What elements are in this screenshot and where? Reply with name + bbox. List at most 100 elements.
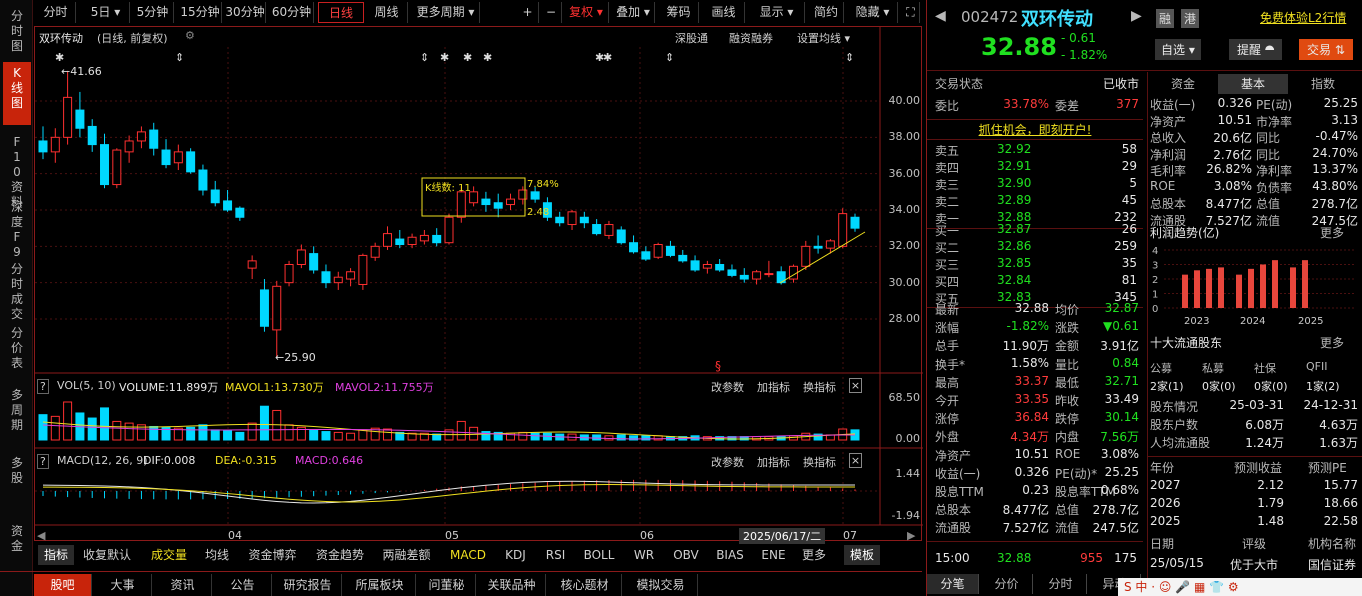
nav-tab-0[interactable]: 股吧 [34,574,92,596]
indicator-tab-9[interactable]: RSI [542,545,569,565]
left-tab-7[interactable]: 多股 [3,452,31,508]
macd-help-icon[interactable]: ? [37,454,49,469]
back-arrow-icon[interactable]: ◀ [935,8,946,24]
left-tab-2[interactable]: F10资料 [3,131,31,209]
candle-body [481,198,491,206]
left-tab-3[interactable]: 深度F9 [3,196,31,259]
nav-tab-5[interactable]: 所属板块 [344,574,416,596]
trade-tab-0[interactable]: 分笔 [927,574,979,594]
left-tab-0[interactable]: 分时图 [3,5,31,55]
price-tick: 28.00 [888,312,921,325]
toolbar-right-5[interactable]: 画线 [703,2,745,23]
candle-body [333,276,343,284]
candle-body [149,129,159,149]
nav-tab-4[interactable]: 研究报告 [274,574,342,596]
fund-label: 总股本 [1150,197,1187,211]
stat-5-label2: 昨收 [1055,394,1080,408]
vol-switch-indicator[interactable]: 换指标 [803,379,836,395]
toolbar-right-4[interactable]: 筹码 [659,2,699,23]
profit-y-tick: 0 [1152,304,1158,315]
kline-chart-panel[interactable]: 双环传动 (日线, 前复权) ⚙ 深股通 融资融券 设置均线 ▾ ←41.66 ←… [34,26,923,544]
left-tab-1[interactable]: K线图 [3,62,31,125]
fund-tab-1[interactable]: 基本 [1218,74,1288,94]
indicator-tab-5[interactable]: 资金趋势 [312,545,368,565]
toolbar-right-8[interactable]: 隐藏 ▾ [848,2,898,23]
indicator-tab-8[interactable]: KDJ [500,545,531,565]
toolbar-item-6[interactable]: 日线 [318,2,364,23]
indicator-tab-7[interactable]: MACD [447,545,489,565]
toolbar-item-5[interactable]: 60分钟 [270,2,314,23]
indicator-tab-3[interactable]: 均线 [200,545,234,565]
indicator-tab-14[interactable]: ENE [758,545,789,565]
profit-more-link[interactable]: 更多 [1320,224,1344,241]
nav-tab-2[interactable]: 资讯 [154,574,212,596]
toolbar-right-6[interactable]: 显示 ▾ [749,2,805,23]
nav-tab-1[interactable]: 大事 [94,574,152,596]
indicator-tab-4[interactable]: 资金博弈 [245,545,300,565]
candle-body [198,169,208,191]
close-icon[interactable]: × [849,378,862,393]
toolbar-item-3[interactable]: 15分钟 [179,2,222,23]
nav-tab-8[interactable]: 核心题材 [548,574,622,596]
holders-more-link[interactable]: 更多 [1320,334,1344,351]
trade-tab-2[interactable]: 分时 [1035,574,1087,594]
indicator-tab-10[interactable]: BOLL [580,545,618,565]
toolbar-item-7[interactable]: 周线 [366,2,408,23]
macd-switch-indicator[interactable]: 换指标 [803,454,836,470]
indicator-tab-16[interactable]: 模板 [844,545,880,565]
vol-edit-params[interactable]: 改参数 [711,379,744,395]
nav-tab-3[interactable]: 公告 [214,574,272,596]
forward-arrow-icon[interactable]: ▶ [1131,8,1142,24]
candle-body [653,244,663,258]
open-account-promo[interactable]: 抓住机会，即刻开户! [927,119,1143,140]
vol-help-icon[interactable]: ? [37,379,49,394]
close-icon[interactable]: × [849,453,862,468]
vol-tick-max: 68.50 [888,391,921,404]
fullscreen-icon[interactable]: ⛶ [902,2,920,23]
left-tab-8[interactable]: 资金 [3,520,31,570]
left-tab-4[interactable]: 分时成交 [3,258,31,321]
trade-tab-1[interactable]: 分价 [981,574,1033,594]
fund-label2: 负债率 [1256,180,1293,195]
bid-price: 32.84 [997,273,1032,287]
toolbar-item-1[interactable]: 5日 ▾ [82,2,130,23]
nav-tab-6[interactable]: 问董秘 [418,574,476,596]
indicator-tab-13[interactable]: BIAS [713,545,747,565]
indicator-tab-15[interactable]: 更多 [796,545,832,565]
left-tab-6[interactable]: 多周期 [3,384,31,440]
indicator-tab-0[interactable]: 指标 [38,545,74,565]
fund-tab-0[interactable]: 资金 [1148,74,1218,94]
indicator-tab-11[interactable]: WR [630,545,658,565]
toolbar-item-0[interactable]: 分时 [36,2,76,23]
fund-tab-2[interactable]: 指数 [1288,74,1358,94]
macd-edit-params[interactable]: 改参数 [711,454,744,470]
indicator-tab-12[interactable]: OBV [670,545,702,565]
toolbar-item-2[interactable]: 5分钟 [132,2,174,23]
toolbar-item-8[interactable]: 更多周期 ▾ [412,2,480,23]
stat-7-value: 4.34万 [1010,430,1049,445]
indicator-tab-1[interactable]: 收复默认 [80,545,134,565]
nav-tab-7[interactable]: 关联品种 [478,574,546,596]
toolbar-right-7[interactable]: 简约 [809,2,844,23]
holder-count: 0家(0) [1202,380,1236,393]
scroll-right-icon[interactable]: ▶ [907,529,915,542]
nav-tab-9[interactable]: 模拟交易 [624,574,698,596]
indicator-tab-6[interactable]: 两融差额 [379,545,434,565]
toolbar-item-4[interactable]: 30分钟 [225,2,266,23]
toolbar-right-1[interactable]: − [541,2,562,23]
vol-add-indicator[interactable]: 加指标 [757,379,790,395]
volume-bar [112,420,122,441]
trade-button[interactable]: 交易 ⇅ [1299,39,1353,60]
l2-trial-link[interactable]: 免费体验L2行情 [1260,9,1346,26]
stat-11-label2: 总值 [1055,503,1080,518]
macd-add-indicator[interactable]: 加指标 [757,454,790,470]
scroll-left-icon[interactable]: ◀ [37,529,45,542]
indicator-tab-2[interactable]: 成交量 [147,545,191,565]
left-tab-5[interactable]: 分价表 [3,322,31,376]
watchlist-button[interactable]: 自选 ▾ [1155,39,1201,60]
toolbar-right-2[interactable]: 复权 ▾ [564,2,609,23]
trade-status-value: 已收市 [1102,77,1139,91]
toolbar-right-3[interactable]: 叠加 ▾ [612,2,655,23]
toolbar-right-0[interactable]: + [517,2,539,23]
alert-button[interactable]: 提醒 ⯊ [1229,39,1283,60]
